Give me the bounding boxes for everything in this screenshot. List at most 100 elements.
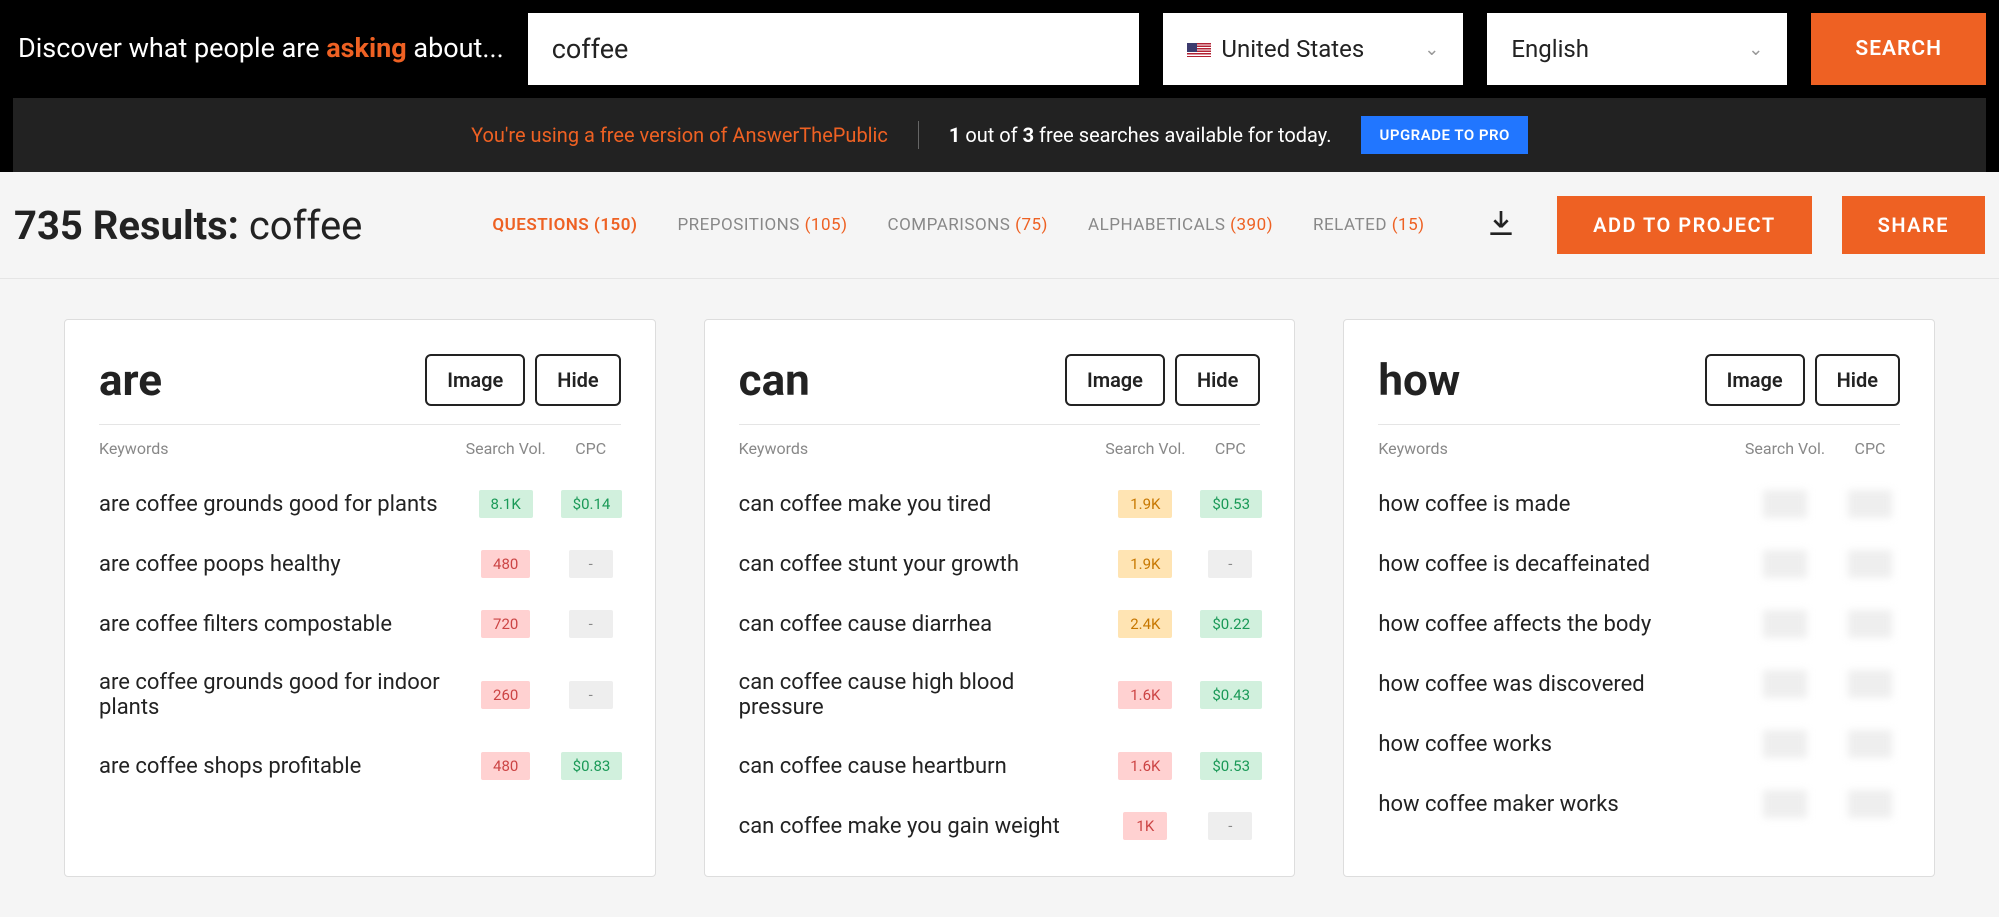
cpc-badge: - [1208, 812, 1252, 840]
table-row: how coffee maker works [1378, 774, 1900, 834]
keyword-text[interactable]: can coffee cause diarrhea [739, 612, 1091, 637]
results-title: 735 Results: coffee [14, 202, 362, 249]
country-select[interactable]: United States ⌄ [1163, 13, 1463, 85]
divider [739, 424, 1261, 425]
table-row: are coffee grounds good for indoor plant… [99, 654, 621, 736]
column-headers: KeywordsSearch Vol.CPC [99, 439, 621, 458]
search-vol-badge: 480 [481, 752, 530, 780]
table-row: can coffee cause diarrhea 2.4K $0.22 [739, 594, 1261, 654]
image-button[interactable]: Image [425, 354, 525, 406]
cpc-badge: - [569, 681, 613, 709]
card-title: how [1378, 354, 1460, 406]
tab-comparisons[interactable]: COMPARISONS (75) [888, 215, 1048, 235]
tagline-post: about... [407, 32, 504, 64]
share-button[interactable]: SHARE [1842, 196, 1985, 254]
download-icon[interactable] [1475, 207, 1527, 243]
search-vol-badge: 1.9K [1118, 490, 1172, 518]
language-select[interactable]: English ⌄ [1487, 13, 1787, 85]
keyword-text[interactable]: can coffee cause heartburn [739, 754, 1091, 779]
table-row: how coffee is decaffeinated [1378, 534, 1900, 594]
add-to-project-button[interactable]: ADD TO PROJECT [1557, 196, 1812, 254]
cpc-badge [1848, 670, 1892, 698]
cpc-badge [1848, 490, 1892, 518]
tagline-pre: Discover what people are [18, 32, 326, 64]
col-cpc: CPC [1840, 439, 1900, 458]
tab-alphabeticals[interactable]: ALPHABETICALS (390) [1088, 215, 1273, 235]
cpc-badge: - [569, 550, 613, 578]
search-vol-badge: 1.6K [1118, 752, 1172, 780]
table-row: can coffee stunt your growth 1.9K - [739, 534, 1261, 594]
cpc-badge [1848, 610, 1892, 638]
free-version-text: You're using a free version of AnswerThe… [471, 123, 888, 147]
keyword-text[interactable]: can coffee make you tired [739, 492, 1091, 517]
keyword-text[interactable]: how coffee is made [1378, 492, 1730, 517]
divider [1378, 424, 1900, 425]
search-vol-badge: 2.4K [1118, 610, 1172, 638]
column-headers: KeywordsSearch Vol.CPC [739, 439, 1261, 458]
keyword-text[interactable]: how coffee maker works [1378, 792, 1730, 817]
results-count: 735 [14, 202, 83, 249]
col-cpc: CPC [561, 439, 621, 458]
card-title: can [739, 354, 810, 406]
searches-total: 3 [1023, 123, 1034, 147]
cpc-badge: $0.43 [1200, 681, 1262, 709]
country-label: United States [1221, 35, 1364, 63]
keyword-text[interactable]: are coffee poops healthy [99, 552, 451, 577]
keyword-text[interactable]: how coffee was discovered [1378, 672, 1730, 697]
tagline: Discover what people are asking about... [13, 31, 504, 66]
table-row: can coffee make you tired1.9K$0.53 [739, 474, 1261, 534]
search-vol-badge: 1.6K [1118, 681, 1172, 709]
keyword-text[interactable]: are coffee filters compostable [99, 612, 451, 637]
search-vol-badge [1763, 790, 1807, 818]
search-vol-badge: 1.9K [1118, 550, 1172, 578]
keyword-text[interactable]: can coffee make you gain weight [739, 814, 1091, 839]
search-vol-badge [1763, 670, 1807, 698]
col-keywords: Keywords [739, 439, 1091, 458]
cpc-badge [1848, 790, 1892, 818]
tab-related[interactable]: RELATED (15) [1313, 215, 1425, 235]
upgrade-banner: You're using a free version of AnswerThe… [13, 98, 1986, 172]
cpc-badge: $0.14 [561, 490, 623, 518]
table-row: are coffee shops profitable 480 $0.83 [99, 736, 621, 796]
search-vol-badge: 1K [1123, 812, 1167, 840]
keyword-text[interactable]: are coffee grounds good for indoor plant… [99, 670, 451, 720]
keyword-text[interactable]: can coffee cause high blood pressure [739, 670, 1091, 720]
cpc-badge: $0.22 [1200, 610, 1262, 638]
keyword-text[interactable]: how coffee affects the body [1378, 612, 1730, 637]
hide-button[interactable]: Hide [1175, 354, 1260, 406]
keyword-text[interactable]: how coffee works [1378, 732, 1730, 757]
cpc-badge [1848, 730, 1892, 758]
table-row: how coffee affects the body [1378, 594, 1900, 654]
cpc-badge: $0.83 [561, 752, 623, 780]
column-headers: KeywordsSearch Vol.CPC [1378, 439, 1900, 458]
search-vol-badge [1763, 730, 1807, 758]
keyword-text[interactable]: can coffee stunt your growth [739, 552, 1091, 577]
image-button[interactable]: Image [1065, 354, 1165, 406]
col-search-vol: Search Vol. [1730, 439, 1840, 458]
cpc-badge: $0.53 [1200, 752, 1262, 780]
col-cpc: CPC [1200, 439, 1260, 458]
table-row: can coffee cause heartburn 1.6K $0.53 [739, 736, 1261, 796]
col-search-vol: Search Vol. [1090, 439, 1200, 458]
tab-questions[interactable]: QUESTIONS (150) [492, 215, 637, 235]
chevron-down-icon: ⌄ [1424, 39, 1439, 60]
hide-button[interactable]: Hide [535, 354, 620, 406]
tab-prepositions[interactable]: PREPOSITIONS (105) [677, 215, 847, 235]
upgrade-button[interactable]: UPGRADE TO PRO [1361, 116, 1527, 154]
keyword-text[interactable]: are coffee grounds good for plants [99, 492, 451, 517]
search-button[interactable]: SEARCH [1811, 13, 1986, 85]
table-row: are coffee poops healthy480- [99, 534, 621, 594]
image-button[interactable]: Image [1705, 354, 1805, 406]
search-vol-badge [1763, 550, 1807, 578]
col-keywords: Keywords [1378, 439, 1730, 458]
chevron-down-icon: ⌄ [1748, 39, 1763, 60]
hide-button[interactable]: Hide [1815, 354, 1900, 406]
table-row: are coffee grounds good for plants8.1K$0… [99, 474, 621, 534]
table-row: are coffee filters compostable720- [99, 594, 621, 654]
search-input[interactable] [528, 13, 1140, 85]
cpc-badge: - [1208, 550, 1252, 578]
keyword-text[interactable]: how coffee is decaffeinated [1378, 552, 1730, 577]
tagline-accent: asking [326, 32, 406, 64]
divider [918, 121, 919, 149]
keyword-text[interactable]: are coffee shops profitable [99, 754, 451, 779]
